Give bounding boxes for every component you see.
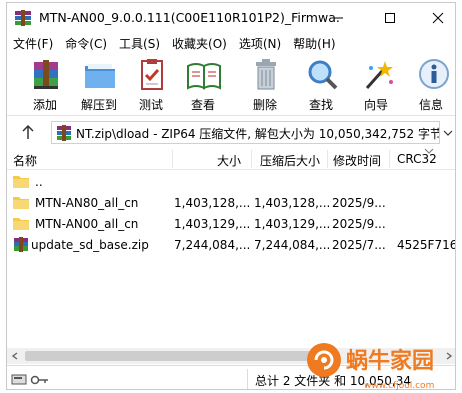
file-list: 名称 大小 压缩后大小 修改时间 CRC32 .. MTN-AN80_all_c…: [7, 148, 456, 348]
list-item-folder[interactable]: MTN-AN80_all_cn 1,403,128,... 1,403,128,…: [7, 193, 455, 214]
view-label: 查看: [190, 98, 215, 112]
folder-icon: [13, 218, 29, 230]
delete-label: 删除: [252, 98, 277, 112]
winrar-app-icon: [15, 10, 31, 26]
folder-icon: [13, 197, 29, 209]
menu-file[interactable]: 文件(F): [7, 33, 59, 53]
open-book-icon: [187, 63, 221, 90]
address-field[interactable]: NT.zip\dload - ZIP64 压缩文件, 解包大小为 10,050,…: [51, 121, 440, 144]
list-item-parent[interactable]: ..: [7, 172, 455, 193]
folder-up-icon: [13, 176, 29, 188]
watermark-url: www.cfjool.com: [364, 381, 434, 391]
test-button[interactable]: 测试: [125, 56, 177, 114]
extract-button[interactable]: 解压到: [73, 56, 125, 114]
add-label: 添加: [32, 98, 57, 112]
extract-label: 解压到: [80, 98, 117, 112]
site-watermark-logo: 蜗牛家园 www.cfjool.com: [307, 343, 434, 391]
view-button[interactable]: 查看: [177, 56, 229, 114]
file-crc32: 4525F716: [397, 238, 456, 252]
column-packed[interactable]: 压缩后大小: [260, 152, 320, 169]
file-packed: 7,244,084,...: [254, 238, 331, 252]
find-label: 查找: [308, 98, 333, 112]
title-bar[interactable]: MTN-AN00_9.0.0.111(C00E110R101P2)_Firmwa…: [7, 3, 455, 33]
archive-icon: [57, 125, 71, 141]
minimize-icon: [333, 17, 343, 19]
trash-can-icon: [256, 59, 276, 90]
column-modified[interactable]: 修改时间: [333, 152, 381, 169]
minimize-button[interactable]: [321, 3, 355, 33]
column-name[interactable]: 名称: [13, 152, 37, 169]
chevron-down-icon[interactable]: [443, 129, 453, 137]
add-button[interactable]: 添加: [19, 56, 71, 114]
window-title: MTN-AN00_9.0.0.111(C00E110R101P2)_Firmwa…: [39, 10, 339, 25]
list-header: 名称 大小 压缩后大小 修改时间 CRC32: [7, 148, 455, 170]
sort-arrow-icon: [424, 148, 434, 154]
file-size: 7,244,084,...: [174, 238, 251, 252]
drive-key-icon[interactable]: [11, 372, 51, 386]
info-button[interactable]: 信息: [405, 56, 455, 114]
menu-commands[interactable]: 命令(C): [59, 33, 113, 53]
file-packed: 1,403,128,...: [254, 196, 331, 210]
watermark-text: 蜗牛家园: [346, 348, 434, 374]
address-bar: NT.zip\dload - ZIP64 压缩文件, 解包大小为 10,050,…: [7, 117, 455, 147]
file-name: update_sd_base.zip: [31, 238, 149, 252]
menu-help[interactable]: 帮助(H): [287, 33, 341, 53]
list-item-archive[interactable]: update_sd_base.zip 7,244,084,... 7,244,0…: [7, 235, 456, 256]
folder-extract-icon: [85, 64, 115, 88]
info-icon: [419, 59, 449, 89]
menu-bar: 文件(F) 命令(C) 工具(S) 收藏夹(O) 选项(N) 帮助(H): [7, 33, 455, 53]
menu-options[interactable]: 选项(N): [233, 33, 287, 53]
file-modified: 2025/9...: [332, 217, 386, 231]
column-size[interactable]: 大小: [217, 152, 241, 169]
file-name: MTN-AN00_all_cn: [35, 217, 139, 231]
scroll-left-icon[interactable]: [11, 352, 19, 360]
delete-button[interactable]: 删除: [239, 56, 291, 114]
magnifier-icon: [308, 60, 338, 90]
file-size: 1,403,129,...: [174, 217, 251, 231]
menu-favorites[interactable]: 收藏夹(O): [166, 33, 233, 53]
toolbar: 添加 解压到 测试 查看 删除 查找 向导 信息: [7, 54, 455, 116]
close-icon: [432, 12, 444, 24]
column-crc32[interactable]: CRC32: [397, 152, 437, 166]
file-packed: 1,403,129,...: [254, 217, 331, 231]
winrar-window: MTN-AN00_9.0.0.111(C00E110R101P2)_Firmwa…: [6, 2, 456, 390]
file-name: MTN-AN80_all_cn: [35, 196, 139, 210]
add-archive-icon: [34, 60, 58, 89]
file-size: 1,403,128,...: [174, 196, 251, 210]
find-button[interactable]: 查找: [295, 56, 347, 114]
file-name: ..: [35, 175, 43, 189]
scroll-thumb[interactable]: [25, 351, 325, 361]
info-label: 信息: [418, 98, 443, 112]
magic-wand-icon: [365, 61, 393, 89]
wizard-label: 向导: [363, 98, 388, 112]
address-path: NT.zip\dload - ZIP64 压缩文件, 解包大小为 10,050,…: [76, 127, 440, 141]
file-modified: 2025/7...: [332, 238, 386, 252]
clipboard-check-icon: [141, 59, 163, 90]
test-label: 测试: [138, 98, 163, 112]
list-item-folder[interactable]: MTN-AN00_all_cn 1,403,129,... 1,403,129,…: [7, 214, 455, 235]
close-button[interactable]: [421, 3, 455, 33]
up-arrow-icon[interactable]: [19, 123, 37, 141]
file-modified: 2025/9...: [332, 196, 386, 210]
wizard-button[interactable]: 向导: [350, 56, 402, 114]
archive-icon: [14, 237, 28, 252]
maximize-icon: [385, 13, 395, 23]
menu-tools[interactable]: 工具(S): [113, 33, 166, 53]
maximize-button[interactable]: [373, 3, 407, 33]
